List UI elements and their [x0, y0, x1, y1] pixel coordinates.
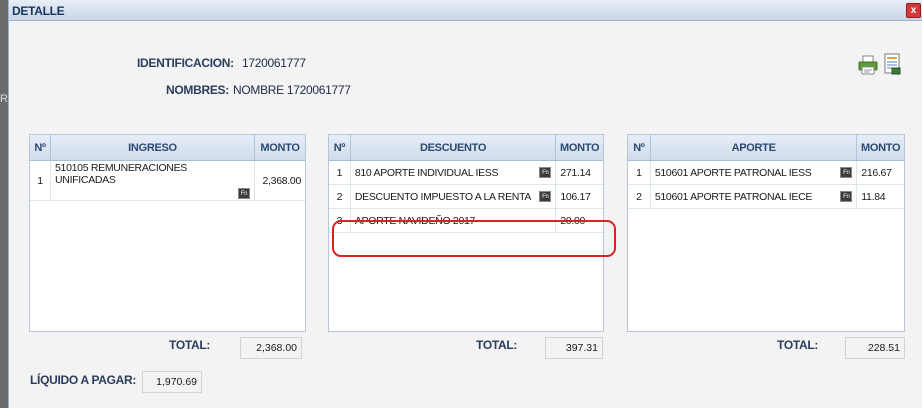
- dialog-title: DETALLE: [12, 4, 65, 18]
- row-amount: 20.00: [560, 214, 586, 227]
- descuento-total-label: TOTAL:: [476, 338, 518, 352]
- aporte-col-amount[interactable]: MONTO: [857, 135, 904, 160]
- row-number: 1: [329, 161, 351, 184]
- descuento-header: Nº DESCUENTO MONTO: [329, 135, 603, 161]
- nombres-value: NOMBRE 1720061777: [233, 83, 351, 97]
- row-concept: DESCUENTO IMPUESTO A LA RENTA: [354, 190, 532, 203]
- background-glyph: R: [0, 93, 8, 105]
- ingreso-total-label: TOTAL:: [169, 338, 211, 352]
- liquido-field: 1,970.69: [142, 371, 202, 393]
- row-concept-cell: APORTE NAVIDEÑO 2017: [351, 209, 557, 232]
- identificacion-value: 1720061777: [242, 56, 306, 70]
- row-concept: 510105 REMUNERACIONES UNIFICADAS: [55, 162, 187, 186]
- row-concept-cell: 510105 REMUNERACIONES UNIFICADAS Fn: [51, 161, 255, 200]
- detalle-dialog: DETALLE x IDENTIFICACION: 1720061777 NOM…: [8, 0, 922, 408]
- table-row[interactable]: 1 810 APORTE INDIVIDUAL IESS Fn 271.14: [329, 161, 603, 185]
- formula-icon[interactable]: Fn: [238, 188, 250, 199]
- formula-icon[interactable]: Fn: [539, 167, 552, 178]
- row-amount: 11.84: [861, 190, 886, 203]
- table-row[interactable]: 3 APORTE NAVIDEÑO 2017 20.00: [329, 209, 603, 233]
- ingreso-header: Nº INGRESO MONTO: [30, 135, 305, 161]
- row-number: 2: [628, 185, 651, 208]
- row-number: 2: [329, 185, 351, 208]
- ingreso-total-field: 2,368.00: [240, 337, 302, 359]
- background-window-edge: R: [0, 0, 8, 408]
- printer-icon[interactable]: [857, 54, 879, 76]
- row-concept-cell: 510601 APORTE PATRONAL IECE Fn: [651, 185, 858, 208]
- row-amount: 2,368.00: [262, 174, 302, 187]
- row-concept-cell: 510601 APORTE PATRONAL IESS Fn: [651, 161, 858, 184]
- formula-icon[interactable]: Fn: [840, 191, 853, 202]
- ingreso-col-num[interactable]: Nº: [30, 135, 51, 160]
- table-row[interactable]: 1 510105 REMUNERACIONES UNIFICADAS Fn 2,…: [30, 161, 305, 201]
- row-amount: 271.14: [560, 166, 591, 179]
- aporte-col-concept[interactable]: APORTE: [651, 135, 858, 160]
- aporte-header: Nº APORTE MONTO: [628, 135, 904, 161]
- aporte-grid[interactable]: Nº APORTE MONTO 1 510601 APORTE PATRONAL…: [627, 134, 905, 332]
- aporte-col-num[interactable]: Nº: [628, 135, 651, 160]
- nombres-label: NOMBRES:: [166, 83, 229, 97]
- descuento-col-amount[interactable]: MONTO: [556, 135, 603, 160]
- identificacion-label: IDENTIFICACION:: [137, 56, 234, 70]
- row-number: 1: [30, 161, 51, 200]
- descuento-total-field: 397.31: [545, 337, 603, 359]
- ingreso-col-amount[interactable]: MONTO: [255, 135, 305, 160]
- table-row[interactable]: 1 510601 APORTE PATRONAL IESS Fn 216.67: [628, 161, 904, 185]
- formula-icon[interactable]: Fn: [840, 167, 853, 178]
- ingreso-col-concept[interactable]: INGRESO: [51, 135, 255, 160]
- row-number: 3: [329, 209, 351, 232]
- liquido-label: LÍQUIDO A PAGAR:: [30, 373, 137, 387]
- ingreso-grid[interactable]: Nº INGRESO MONTO 1 510105 REMUNERACIONES…: [29, 134, 306, 332]
- table-row[interactable]: 2 DESCUENTO IMPUESTO A LA RENTA Fn 106.1…: [329, 185, 603, 209]
- dialog-titlebar[interactable]: DETALLE x: [9, 0, 922, 21]
- aporte-total-label: TOTAL:: [777, 338, 819, 352]
- row-concept: APORTE NAVIDEÑO 2017: [354, 214, 476, 227]
- descuento-col-concept[interactable]: DESCUENTO: [351, 135, 557, 160]
- row-concept-cell: 810 APORTE INDIVIDUAL IESS Fn: [351, 161, 557, 184]
- formula-icon[interactable]: Fn: [539, 191, 552, 202]
- table-row[interactable]: 2 510601 APORTE PATRONAL IECE Fn 11.84: [628, 185, 904, 209]
- descuento-col-num[interactable]: Nº: [329, 135, 351, 160]
- aporte-total-field: 228.51: [845, 337, 905, 359]
- row-concept: 510601 APORTE PATRONAL IECE: [654, 190, 813, 203]
- row-concept-cell: DESCUENTO IMPUESTO A LA RENTA Fn: [351, 185, 557, 208]
- row-amount: 216.67: [861, 166, 892, 179]
- descuento-grid[interactable]: Nº DESCUENTO MONTO 1 810 APORTE INDIVIDU…: [328, 134, 604, 332]
- row-concept: 810 APORTE INDIVIDUAL IESS: [354, 166, 499, 179]
- row-number: 1: [628, 161, 651, 184]
- close-button[interactable]: x: [906, 3, 921, 18]
- row-concept: 510601 APORTE PATRONAL IESS: [654, 166, 812, 179]
- report-icon[interactable]: [881, 53, 903, 75]
- row-amount: 106.17: [560, 190, 591, 203]
